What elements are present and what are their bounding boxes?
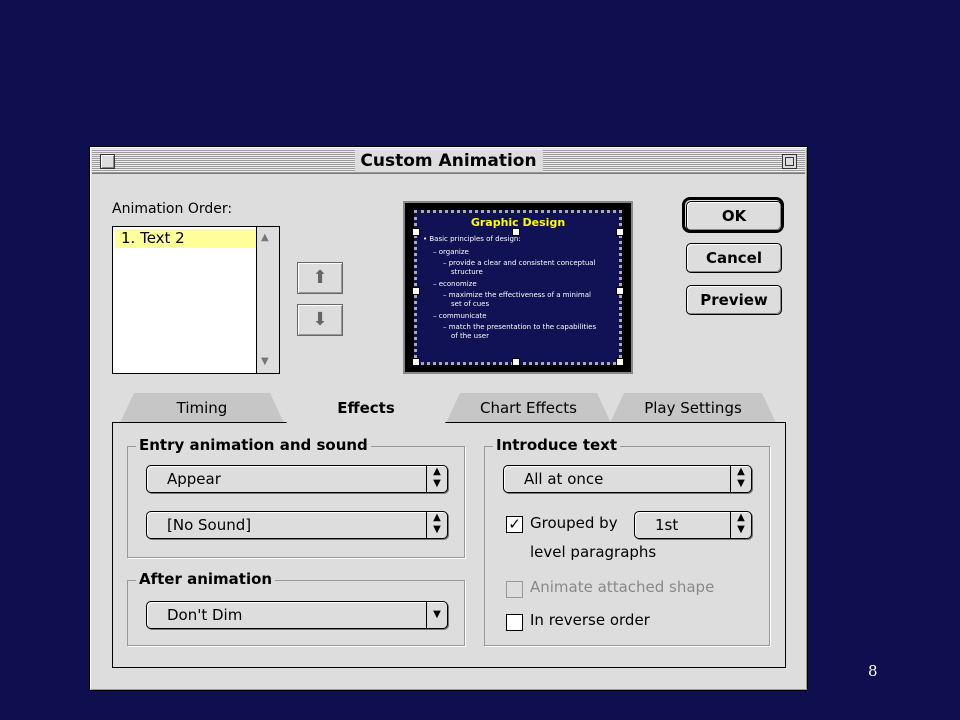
introduce-mode-select[interactable]: All at once ▲ ▼: [503, 465, 752, 493]
selection-handle[interactable]: [412, 287, 420, 295]
preview-line: – communicate: [433, 312, 487, 320]
preview-line: – match the presentation to the capabili…: [443, 323, 597, 331]
grouped-by-value: 1st: [655, 516, 679, 534]
introduce-mode-value: All at once: [524, 470, 604, 488]
move-down-button[interactable]: ⬇: [297, 304, 343, 336]
entry-animation-value: Appear: [167, 470, 221, 488]
zoom-box[interactable]: [782, 154, 797, 169]
level-paragraphs-label: level paragraphs: [530, 543, 657, 561]
slide-preview: Graphic Design • Basic principles of des…: [403, 201, 633, 374]
entry-animation-select[interactable]: Appear ▲ ▼: [146, 465, 448, 493]
after-animation-select[interactable]: Don't Dim ▼: [146, 601, 448, 629]
dialog-title: Custom Animation: [354, 150, 543, 172]
ok-button[interactable]: OK: [686, 201, 782, 231]
preview-line: • Basic principles of design:: [423, 235, 521, 243]
preview-line: – maximize the effectiveness of a minima…: [443, 291, 591, 299]
after-group-title: After animation: [136, 570, 276, 588]
selection-handle[interactable]: [616, 287, 624, 295]
tab-timing[interactable]: Timing: [120, 393, 284, 423]
preview-line: – provide a clear and consistent concept…: [443, 259, 596, 267]
entry-group-title: Entry animation and sound: [136, 436, 371, 454]
tab-play-settings[interactable]: Play Settings: [610, 393, 776, 423]
reverse-order-checkbox[interactable]: [506, 614, 523, 631]
scroll-down-icon[interactable]: ▼: [261, 357, 269, 367]
tab-chart-effects[interactable]: Chart Effects: [446, 393, 611, 423]
introduce-text-group: Introduce text All at once ▲ ▼ ✓ Grouped …: [484, 436, 770, 646]
updown-arrows-icon: ▲ ▼: [730, 512, 751, 538]
reverse-order-label: In reverse order: [530, 611, 650, 629]
entry-sound-select[interactable]: [No Sound] ▲ ▼: [146, 511, 448, 539]
preview-line: – organize: [433, 248, 469, 256]
entry-animation-group: Entry animation and sound Appear ▲ ▼ [No …: [127, 436, 465, 558]
selection-handle[interactable]: [616, 358, 624, 366]
list-item[interactable]: 1. Text 2: [115, 229, 261, 248]
updown-arrows-icon: ▲ ▼: [730, 466, 751, 492]
move-up-button[interactable]: ⬆: [297, 262, 343, 294]
grouped-by-label: Grouped by: [530, 514, 618, 532]
preview-button[interactable]: Preview: [686, 285, 782, 315]
animation-order-label: Animation Order:: [112, 201, 233, 217]
updown-arrows-icon: ▲ ▼: [426, 466, 447, 492]
after-animation-group: After animation Don't Dim ▼: [127, 570, 465, 646]
introduce-group-title: Introduce text: [493, 436, 621, 454]
selection-handle[interactable]: [412, 358, 420, 366]
grouped-by-checkbox[interactable]: ✓: [506, 516, 523, 533]
preview-line: structure: [451, 268, 483, 276]
after-animation-value: Don't Dim: [167, 606, 243, 624]
animate-shape-checkbox[interactable]: [506, 581, 523, 598]
entry-sound-value: [No Sound]: [167, 516, 252, 534]
title-bar[interactable]: Custom Animation: [92, 149, 805, 174]
up-arrow-icon: ⬆: [312, 267, 328, 288]
selection-handle[interactable]: [512, 228, 520, 236]
grouped-by-level-select[interactable]: 1st ▲ ▼: [634, 511, 752, 539]
chevron-down-icon: ▼: [426, 602, 447, 628]
custom-animation-dialog: Custom Animation Animation Order: 1. Tex…: [89, 146, 808, 691]
down-arrow-icon: ⬇: [312, 309, 328, 330]
selection-handle[interactable]: [512, 358, 520, 366]
preview-line: – economize: [433, 280, 477, 288]
scroll-up-icon[interactable]: ▲: [261, 233, 269, 243]
tab-effects[interactable]: Effects: [286, 393, 446, 424]
list-scrollbar[interactable]: ▲ ▼: [256, 227, 279, 373]
effects-tab-panel: Entry animation and sound Appear ▲ ▼ [No …: [112, 422, 786, 668]
checkmark-icon: ✓: [508, 515, 521, 533]
preview-line: set of cues: [451, 300, 490, 308]
selection-handle[interactable]: [616, 228, 624, 236]
close-box[interactable]: [100, 154, 115, 169]
updown-arrows-icon: ▲ ▼: [426, 512, 447, 538]
page-number: 8: [868, 662, 878, 680]
cancel-button[interactable]: Cancel: [686, 243, 782, 273]
preview-line: of the user: [451, 332, 489, 340]
animate-shape-label: Animate attached shape: [530, 578, 715, 596]
selection-handle[interactable]: [412, 228, 420, 236]
animation-order-list[interactable]: 1. Text 2 ▲ ▼: [112, 226, 280, 374]
